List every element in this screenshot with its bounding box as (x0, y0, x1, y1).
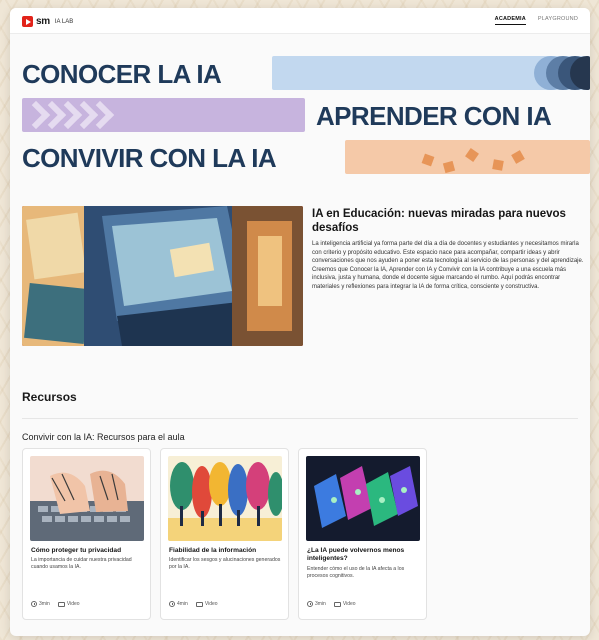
nav-links: ACADEMIA PLAYGROUND (494, 16, 578, 25)
duration: 3min (31, 601, 50, 607)
clock-icon (31, 601, 37, 607)
card-title: Fiabilidad de la información (169, 547, 257, 554)
hero-band-purple (22, 98, 305, 132)
intro-illustration (22, 206, 303, 346)
duration-text: 4min (177, 601, 188, 607)
media-type-text: Video (66, 601, 80, 607)
chevron-right-icon (85, 100, 115, 130)
clock-icon (307, 601, 313, 607)
duration-text: 3min (315, 601, 326, 607)
confetti-shape (465, 148, 479, 162)
video-icon (195, 601, 203, 607)
card-description: Identificar los sesgos y alucinaciones g… (169, 557, 281, 570)
confetti-shape (511, 150, 525, 164)
card-title: Cómo proteger tu privacidad (31, 547, 122, 554)
page-frame: sm IA LAB ACADEMIA PLAYGROUND CONOCER LA… (10, 8, 590, 636)
nav-link-academia[interactable]: ACADEMIA (494, 16, 526, 25)
hero-band-orange (345, 140, 590, 174)
card-title: ¿La IA puede volvernos menos inteligente… (307, 547, 405, 562)
card-meta: 4min Video (169, 601, 218, 607)
logo-lab-text: IA LAB (54, 18, 74, 25)
media-type: Video (195, 601, 218, 607)
card-description: La importancia de cuidar nuestra privaci… (31, 557, 132, 570)
card-thumbnail[interactable] (168, 456, 282, 541)
divider (22, 418, 578, 419)
intro-title: IA en Educación: nuevas miradas para nue… (312, 208, 566, 234)
top-nav: sm IA LAB ACADEMIA PLAYGROUND (10, 8, 590, 34)
logo-sm-text: sm (36, 16, 50, 27)
media-type-text: Video (342, 601, 356, 607)
confetti-shape (421, 153, 435, 167)
card-thumbnail[interactable] (306, 456, 420, 541)
nav-link-playground[interactable]: PLAYGROUND (538, 16, 578, 25)
resource-card-fiabilidad[interactable]: Fiabilidad de la información Identificar… (160, 448, 289, 620)
resources-section-title: Convivir con la IA: Recursos para el aul… (22, 432, 185, 442)
hero-line-convivir: CONVIVIR CON LA IA (22, 143, 277, 173)
resource-card-privacidad[interactable]: Cómo proteger tu privacidad La importanc… (22, 448, 151, 620)
duration-text: 3min (39, 601, 50, 607)
hero-line-aprender: APRENDER CON IA (316, 101, 552, 131)
resources-heading: Recursos (22, 390, 77, 404)
confetti-shape (492, 159, 504, 171)
video-icon (333, 601, 341, 607)
media-type-text: Video (204, 601, 218, 607)
video-icon (57, 601, 65, 607)
card-thumbnail[interactable] (30, 456, 144, 541)
intro-body: La inteligencia artificial ya forma part… (312, 241, 584, 290)
media-type: Video (333, 601, 356, 607)
play-logo-icon (22, 16, 33, 27)
media-type: Video (57, 601, 80, 607)
hero-band-blue (272, 56, 590, 90)
confetti-shape (442, 160, 456, 174)
resource-card-inteligentes[interactable]: ¿La IA puede volvernos menos inteligente… (298, 448, 427, 620)
card-meta: 3min Video (31, 601, 80, 607)
card-meta: 3min Video (307, 601, 356, 607)
clock-icon (169, 601, 175, 607)
hero-line-conocer: CONOCER LA IA (22, 59, 222, 89)
duration: 4min (169, 601, 188, 607)
duration: 3min (307, 601, 326, 607)
logo[interactable]: sm IA LAB (22, 16, 73, 27)
card-description: Entender cómo el uso de la IA afecta a l… (307, 566, 405, 579)
